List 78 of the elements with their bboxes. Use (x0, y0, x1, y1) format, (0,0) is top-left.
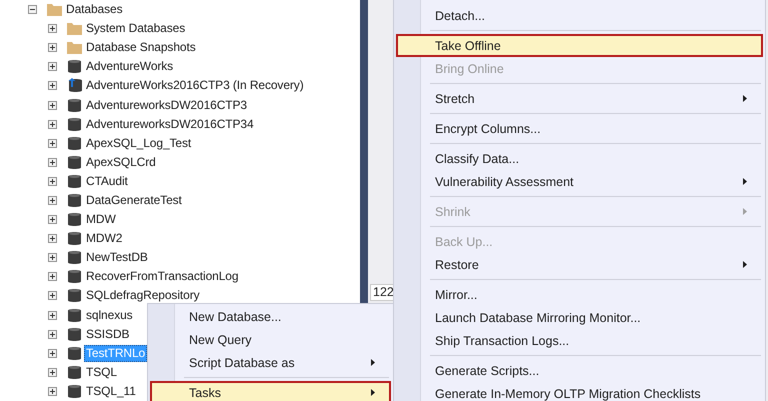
expand-toggle[interactable] (48, 62, 57, 72)
tree-item[interactable]: Database Snapshots (84, 39, 198, 56)
tree-item[interactable]: RecoverFromTransactionLog (84, 268, 240, 286)
tree-item[interactable]: ApexSQL_Log_Test (84, 134, 194, 152)
tree-item[interactable]: MDW2 (84, 230, 124, 248)
menu-item[interactable]: Stretch (396, 87, 763, 110)
database-icon (68, 98, 80, 113)
expand-toggle[interactable] (48, 215, 57, 224)
menu-item[interactable]: Generate Scripts... (396, 359, 763, 382)
menu-item[interactable]: Vulnerability Assessment (396, 170, 763, 193)
menu-item[interactable]: Script Database as (150, 351, 391, 374)
expand-toggle[interactable] (48, 234, 57, 244)
menu-item[interactable]: New Database... (150, 305, 391, 328)
tree-item[interactable]: CTAudit (84, 172, 130, 190)
folder-icon (66, 41, 82, 54)
tree-item[interactable]: AdventureworksDW2016CTP3 (84, 96, 250, 114)
expand-toggle[interactable] (48, 348, 57, 358)
folder-icon (66, 22, 82, 36)
expand-toggle[interactable] (48, 196, 57, 205)
menu-item[interactable]: Mirror... (396, 283, 763, 306)
expand-toggle[interactable] (48, 138, 57, 148)
database-icon (68, 269, 80, 284)
expand-toggle[interactable] (48, 310, 57, 320)
menu-item[interactable]: Ship Transaction Logs... (396, 329, 763, 352)
tree-item[interactable]: DataGenerateTest (84, 192, 184, 209)
expand-toggle[interactable] (48, 24, 57, 34)
tree-item[interactable]: SSISDB (84, 326, 132, 343)
database-icon (68, 384, 80, 399)
menu-item[interactable]: New Query (150, 328, 391, 351)
database-icon (68, 154, 80, 170)
tree-item[interactable]: NewTestDB (84, 249, 150, 266)
database-icon (68, 212, 80, 228)
database-icon (68, 364, 80, 380)
expand-toggle[interactable] (48, 368, 57, 377)
tree-item[interactable]: ApexSQLCrd (84, 154, 158, 171)
expand-toggle[interactable] (48, 272, 57, 282)
tree-item[interactable]: AdventureWorks (84, 58, 176, 76)
database-icon (68, 288, 80, 304)
database-icon (68, 192, 80, 208)
database-icon (68, 326, 80, 342)
tree-item[interactable]: sqlnexus (84, 306, 135, 324)
tree-item[interactable]: AdventureWorks2016CTP3 (In Recovery) (84, 77, 306, 94)
tree-item[interactable]: MDW (84, 211, 118, 228)
menu-item[interactable]: Restore (396, 253, 763, 276)
expand-toggle[interactable] (48, 81, 57, 90)
folder-icon (46, 3, 62, 16)
expand-toggle[interactable] (28, 5, 37, 14)
menu-item[interactable]: Tasks (150, 381, 391, 401)
expand-toggle[interactable] (48, 253, 57, 262)
database-icon (68, 231, 80, 246)
expand-toggle[interactable] (48, 158, 57, 167)
database-icon (68, 250, 80, 266)
database-icon (68, 136, 80, 151)
expand-toggle[interactable] (48, 386, 57, 396)
tree-item[interactable]: SQLdefragRepository (84, 287, 202, 304)
tree-item[interactable]: TSQL (84, 364, 119, 381)
database-icon (68, 59, 80, 74)
expand-toggle[interactable] (48, 43, 57, 52)
expand-toggle[interactable] (48, 176, 57, 186)
database-icon (68, 116, 80, 132)
menu-item[interactable]: Detach... (396, 4, 763, 27)
database-icon (68, 174, 80, 189)
menu-item[interactable]: Encrypt Columns... (396, 117, 763, 140)
menu-item[interactable]: Generate In-Memory OLTP Migration Checklists (396, 382, 763, 401)
expand-toggle[interactable] (48, 120, 57, 129)
tree-item[interactable]: AdventureworksDW2016CTP34 (84, 116, 256, 133)
tree-item[interactable]: System Databases (84, 20, 188, 38)
database-icon (68, 346, 80, 361)
database-icon (68, 308, 80, 323)
menu-item[interactable]: Classify Data... (396, 147, 763, 170)
menu-item[interactable]: Launch Database Mirroring Monitor... (396, 306, 763, 329)
tree-item[interactable]: Databases (64, 1, 124, 18)
expand-toggle[interactable] (48, 330, 57, 339)
expand-toggle[interactable] (48, 291, 57, 300)
database-restore-icon (66, 78, 82, 94)
menu-item[interactable]: Take Offline (396, 34, 763, 57)
expand-toggle[interactable] (48, 100, 57, 110)
tree-item[interactable]: TSQL_11 (84, 382, 138, 400)
